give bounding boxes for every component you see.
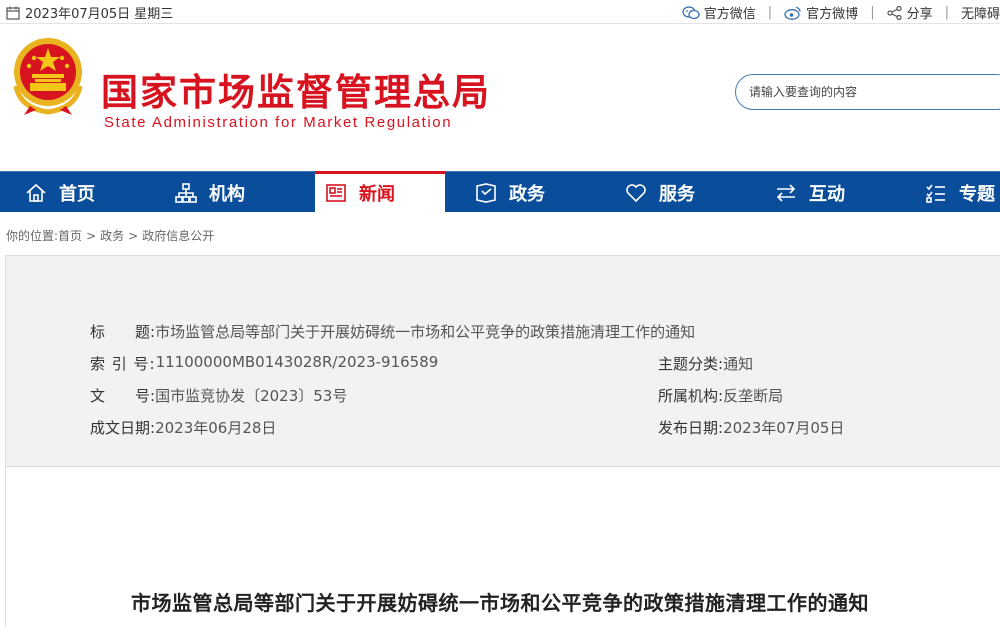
meta-published-label: 发布日期: [658,419,724,437]
nav-item-home[interactable]: 首页 [25,172,145,213]
meta-docno-row: 文 号: 国市监竞协发〔2023〕53号 [90,385,347,406]
link-separator: | [870,5,875,20]
nav-item-topics[interactable]: 专题 [925,172,1000,213]
nav-item-news[interactable]: 新闻 [315,171,445,212]
share-link[interactable]: 分享 [886,3,933,22]
meta-docno-value: 国市监竞协发〔2023〕53号 [155,387,348,405]
breadcrumb-gov-info[interactable]: 政府信息公开 [142,229,214,243]
top-bar: 2023年07月05日 星期三 官方微信 | 官方微博 | 分享 | 无障碍 [0,0,1000,24]
meta-org-label: 所属机构: [658,387,724,405]
meta-title-label: 标 题: [90,323,156,341]
meta-docno-label: 文 号: [90,387,156,405]
document-title: 市场监管总局等部门关于开展妨碍统一市场和公平竞争的政策措施清理工作的通知 [131,591,869,615]
search-box[interactable] [735,74,1000,110]
meta-created-row: 成文日期: 2023年06月28日 [90,417,276,438]
meta-topic-row: 主题分类: 通知 [658,353,753,374]
official-wechat-link[interactable]: 官方微信 [682,3,756,22]
site-header: 国家市场监督管理总局 State Administration for Mark… [0,25,1000,170]
home-icon [26,183,46,202]
weibo-icon [784,6,801,20]
nav-item-government-affairs[interactable]: 政务 [475,172,595,213]
breadcrumb-affairs[interactable]: 政务 [100,229,124,243]
meta-created-label: 成文日期: [90,419,156,437]
official-weibo-link[interactable]: 官方微博 [784,3,858,22]
breadcrumb-home[interactable]: 首页 [58,229,82,243]
date-text: 2023年07月05日 星期三 [25,7,174,22]
government-affairs-icon [476,182,496,203]
nav-item-services[interactable]: 服务 [625,172,745,213]
heart-icon [626,183,646,202]
meta-index-value: 11100000MB0143028R/2023-916589 [155,353,439,371]
meta-index-row: 索 引 号: 11100000MB0143028R/2023-916589 [90,353,438,374]
date-display: 2023年07月05日 星期三 [6,3,173,22]
meta-published-value: 2023年07月05日 [723,419,845,437]
meta-title-value: 市场监管总局等部门关于开展妨碍统一市场和公平竞争的政策措施清理工作的通知 [155,323,696,341]
calendar-icon [6,6,20,20]
accessibility-link[interactable]: 无障碍 [961,3,1000,22]
swap-arrows-icon [776,183,796,202]
site-title-chinese[interactable]: 国家市场监督管理总局 [101,62,491,116]
nav-item-organization[interactable]: 机构 [175,172,295,213]
wechat-icon [682,5,700,19]
breadcrumb: 你的位置:首页 > 政务 > 政府信息公开 [6,229,215,243]
meta-topic-value: 通知 [723,355,754,373]
org-chart-icon [175,182,197,203]
top-links: 官方微信 | 官方微博 | 分享 | 无障碍 [682,3,1000,22]
meta-org-row: 所属机构: 反垄断局 [658,385,783,406]
site-title-english: State Administration for Market Regulati… [104,114,453,131]
breadcrumb-prefix: 你的位置: [6,229,59,243]
meta-index-label: 索 引 号: [90,355,156,373]
meta-title-row: 标 题: 市场监管总局等部门关于开展妨碍统一市场和公平竞争的政策措施清理工作的通… [90,321,695,342]
link-separator: | [767,5,773,20]
main-nav: 首页 机构 新闻 政务 服务 互动 专题 [0,171,1000,212]
meta-created-value: 2023年06月28日 [155,419,277,437]
document-metadata-panel: 标 题: 市场监管总局等部门关于开展妨碍统一市场和公平竞争的政策措施清理工作的通… [5,255,1000,467]
meta-org-value: 反垄断局 [723,387,784,405]
news-icon [326,184,346,202]
national-emblem-logo[interactable] [10,36,86,116]
share-icon [886,5,902,20]
topic-list-icon [926,184,945,203]
meta-topic-label: 主题分类: [658,355,724,373]
meta-published-row: 发布日期: 2023年07月05日 [658,417,844,438]
nav-item-interaction[interactable]: 互动 [775,172,895,213]
search-input[interactable] [736,75,986,109]
link-separator: | [944,5,949,20]
